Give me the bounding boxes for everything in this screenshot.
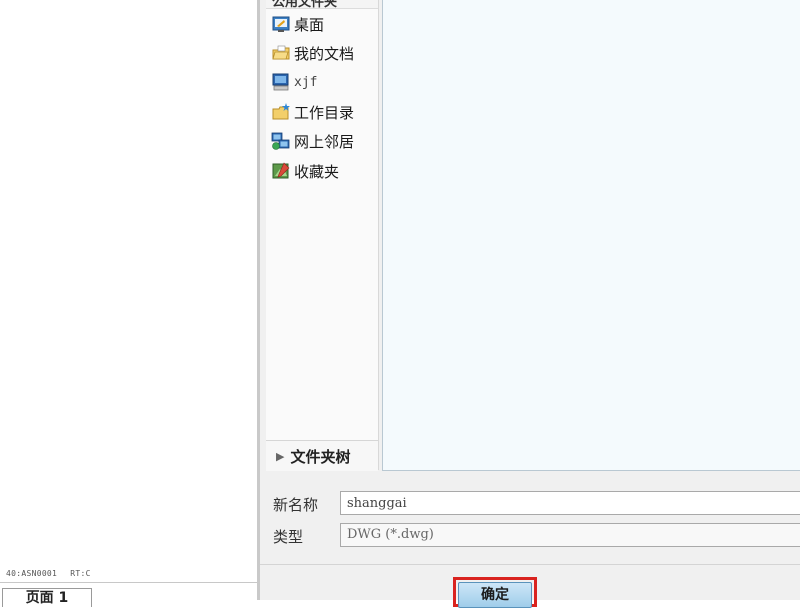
ok-button[interactable]: 确定 — [458, 582, 532, 608]
network-icon — [271, 131, 291, 151]
place-xjf[interactable]: xjf — [271, 71, 375, 93]
working-directory-icon — [271, 102, 291, 122]
document-area: 40:ASN0001 RT:C 页面 1 — [0, 0, 257, 607]
place-label: 桌面 — [294, 15, 325, 34]
status-rt: RT:C — [70, 569, 91, 578]
page-tab[interactable]: 页面 1 — [2, 588, 92, 607]
place-my-documents[interactable]: 我的文档 — [271, 42, 375, 64]
place-label: 工作目录 — [294, 103, 355, 122]
triangle-right-icon: ▶ — [276, 449, 285, 463]
place-working-directory[interactable]: 工作目录 — [271, 101, 375, 123]
place-network[interactable]: 网上邻居 — [271, 130, 375, 152]
type-label: 类型 — [273, 528, 304, 546]
favorites-icon — [271, 161, 291, 181]
type-select-value: DWG (*.dwg) — [347, 527, 434, 542]
folder-tree-label: 文件夹树 — [290, 447, 351, 466]
common-folders-header: 公用文件夹 — [266, 0, 378, 10]
place-label: 收藏夹 — [294, 162, 340, 181]
type-select[interactable]: DWG (*.dwg) — [340, 523, 800, 547]
place-label: xjf — [294, 74, 318, 90]
new-name-input[interactable] — [340, 491, 800, 515]
my-documents-icon — [271, 43, 291, 63]
computer-icon — [271, 72, 291, 92]
status-divider — [0, 582, 257, 583]
file-list-area[interactable] — [382, 0, 800, 471]
place-favorites[interactable]: 收藏夹 — [271, 160, 375, 182]
folder-tree-toggle[interactable]: ▶ 文件夹树 — [266, 440, 378, 471]
place-label: 我的文档 — [294, 44, 355, 63]
place-label: 网上邻居 — [294, 132, 355, 151]
save-dialog: 公用文件夹 桌面 我的文档 xjf 工作目录 网上邻居 收藏夹 ▶ 文件夹树 新… — [260, 0, 800, 608]
common-folders-panel: 公用文件夹 桌面 我的文档 xjf 工作目录 网上邻居 收藏夹 ▶ 文件夹树 — [266, 0, 379, 471]
status-code: 40:ASN0001 — [6, 569, 58, 578]
desktop-icon — [271, 14, 291, 34]
button-area-divider — [260, 564, 800, 565]
new-name-label: 新名称 — [273, 496, 319, 514]
status-line: 40:ASN0001 RT:C — [6, 569, 99, 578]
place-desktop[interactable]: 桌面 — [271, 13, 375, 35]
